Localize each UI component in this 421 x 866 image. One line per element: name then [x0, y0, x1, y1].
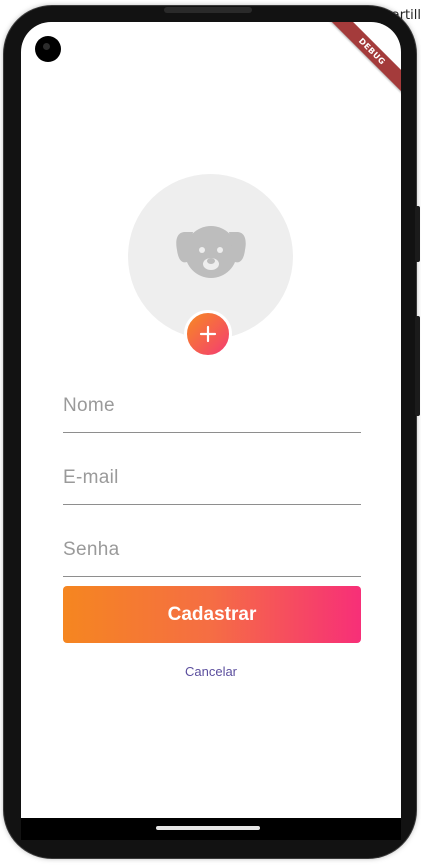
password-field [63, 524, 361, 577]
plus-icon [199, 325, 217, 343]
stage: artill DEBUG Nome E-mail Cadastrar Cance… [0, 0, 421, 866]
debug-banner: DEBUG [327, 22, 401, 96]
earpiece-slot [164, 7, 252, 13]
app-screen: DEBUG Nome E-mail Cadastrar Cancelar [21, 22, 401, 818]
name-input[interactable] [63, 380, 361, 432]
email-field [63, 452, 361, 505]
volume-button [415, 206, 420, 262]
add-photo-button[interactable] [184, 310, 232, 358]
email-input[interactable] [63, 452, 361, 504]
front-camera [35, 36, 61, 62]
password-input[interactable] [63, 524, 361, 576]
dog-face-icon [176, 226, 246, 278]
avatar-picker [128, 174, 293, 358]
home-indicator[interactable] [156, 826, 260, 830]
register-button[interactable]: Cadastrar [63, 586, 361, 643]
name-field [63, 380, 361, 433]
cancel-button[interactable]: Cancelar [161, 662, 261, 682]
power-button [415, 316, 420, 416]
